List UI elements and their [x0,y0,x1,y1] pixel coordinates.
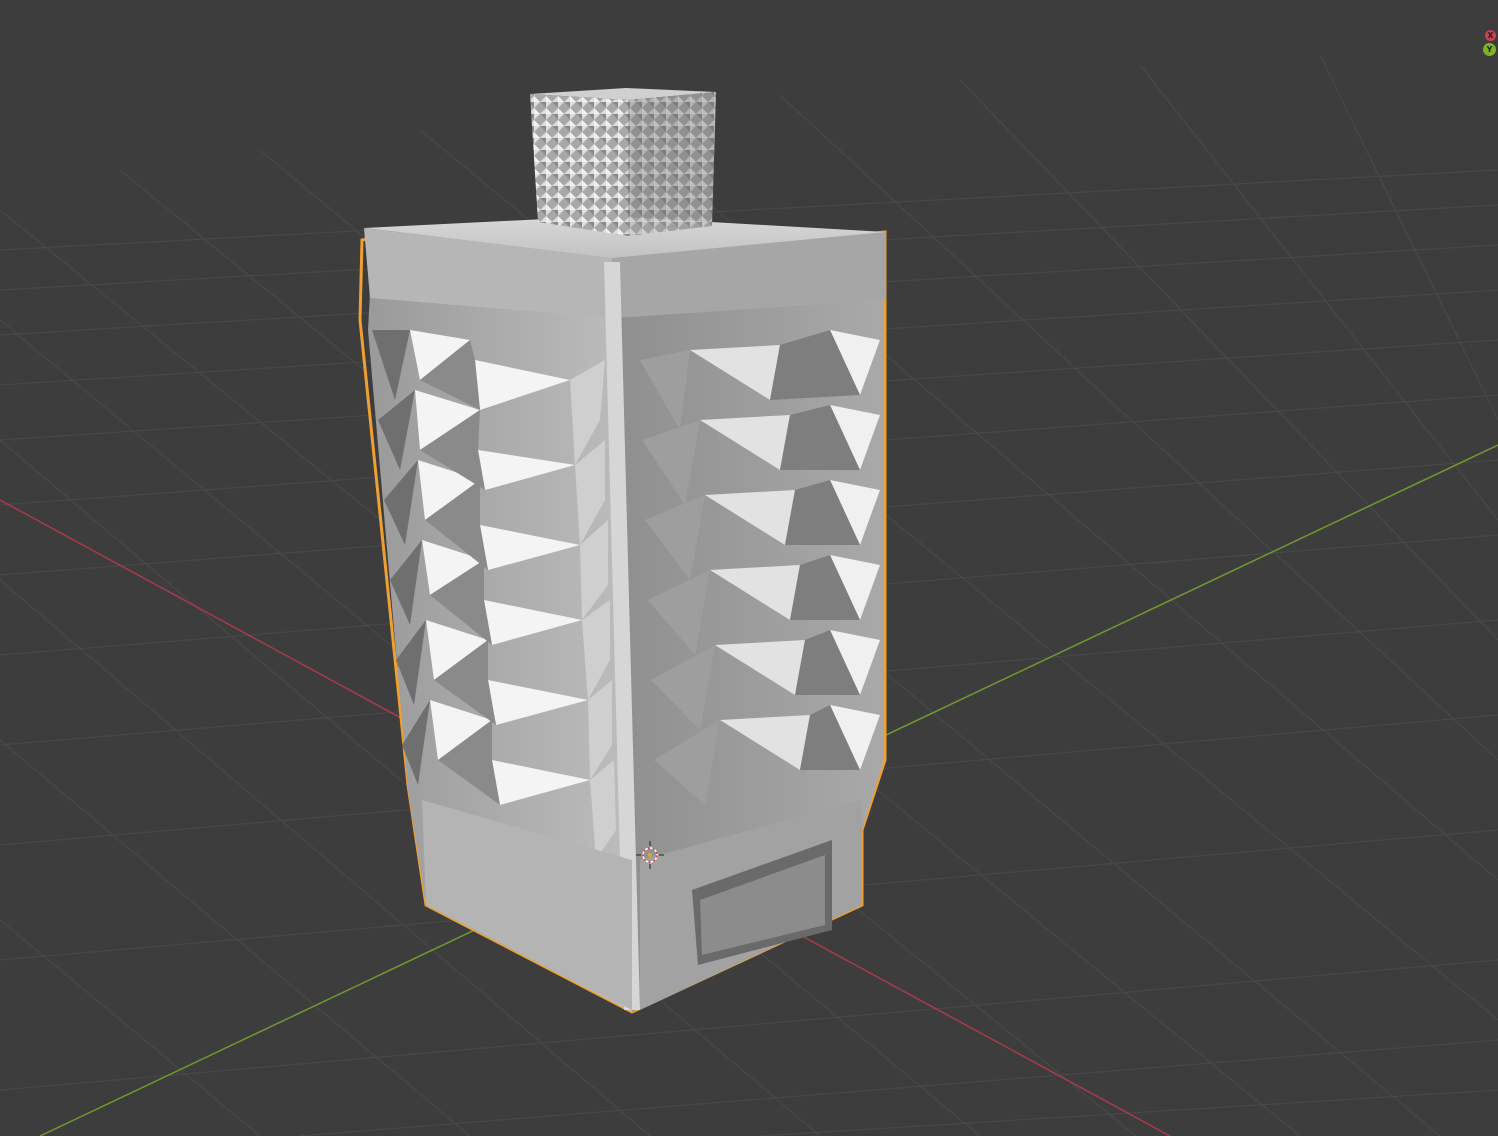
viewport-scene[interactable] [0,0,1498,1136]
gizmo-y-axis[interactable]: Y [1483,43,1496,56]
3d-viewport[interactable]: X Y [0,0,1498,1136]
top-cap [530,88,716,236]
navigation-gizmo[interactable]: X Y [1482,30,1496,60]
gizmo-x-axis[interactable]: X [1485,30,1496,41]
